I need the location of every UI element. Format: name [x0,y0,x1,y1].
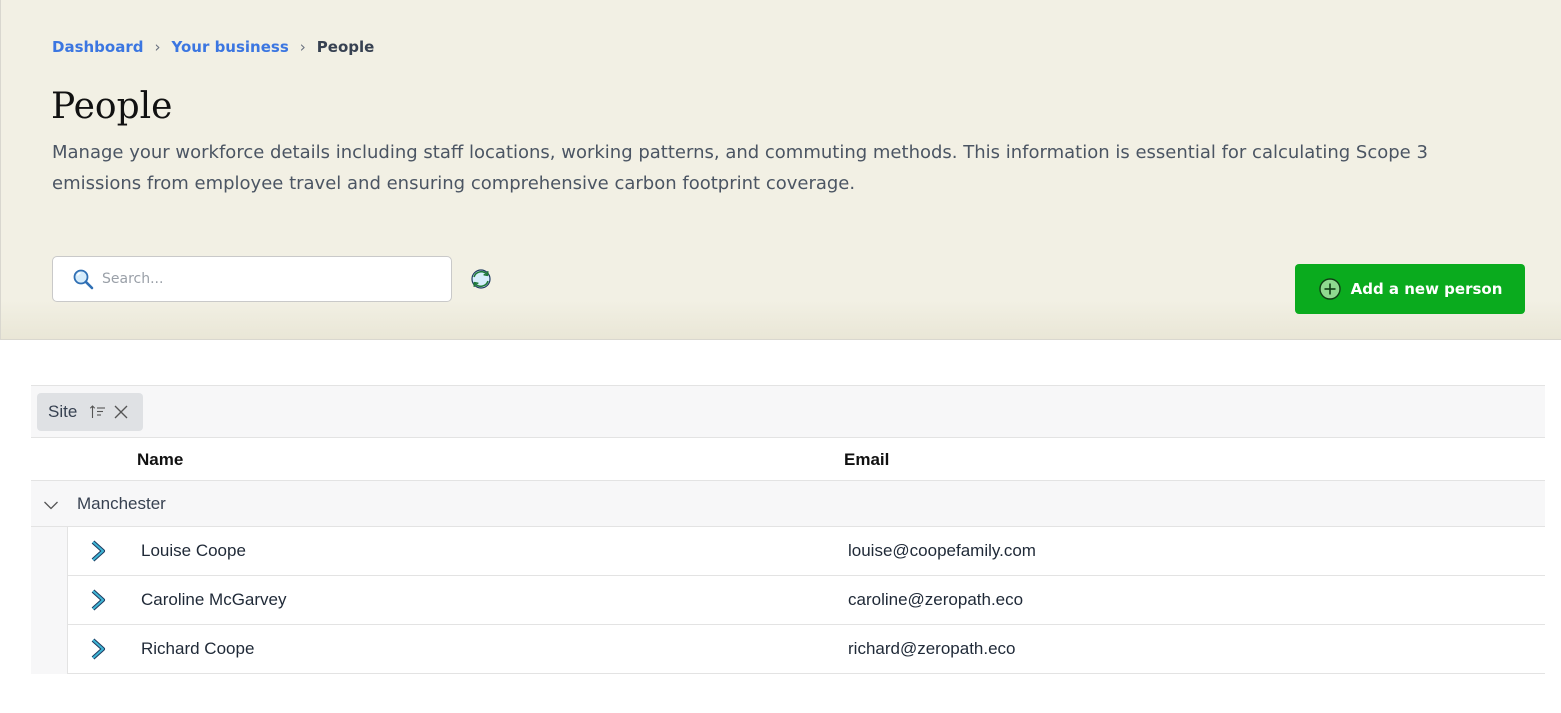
cell-email: louise@coopefamily.com [848,541,1036,560]
search-box[interactable] [52,256,452,302]
breadcrumb: Dashboard › Your business › People [52,38,374,56]
page-description: Manage your workforce details including … [52,142,1428,194]
plus-circle-icon [1318,277,1342,301]
close-icon[interactable] [113,404,129,420]
group-rows: Louise Coope louise@coopefamily.com Caro… [31,527,1545,674]
column-header-email[interactable]: Email [844,450,889,470]
row-detail-arrow-icon[interactable] [90,589,110,611]
table-row[interactable]: Richard Coope richard@zeropath.eco [67,625,1545,674]
column-header-name[interactable]: Name [137,450,183,470]
add-person-button[interactable]: Add a new person [1295,264,1525,314]
group-chip-label: Site [48,402,78,421]
add-person-label: Add a new person [1350,280,1503,298]
group-panel: Site [31,386,1545,438]
table-row[interactable]: Caroline McGarvey caroline@zeropath.eco [67,576,1545,625]
sort-ascending-icon[interactable] [89,403,107,421]
row-detail-arrow-icon[interactable] [90,540,110,562]
refresh-icon[interactable] [468,266,494,292]
grid-header-row: Name Email [31,438,1545,481]
group-chip-site[interactable]: Site [37,393,143,431]
chevron-right-icon: › [299,38,306,56]
cell-email: richard@zeropath.eco [848,639,1016,658]
cell-name: Louise Coope [141,541,246,560]
chevron-down-icon[interactable] [43,497,59,513]
breadcrumb-dashboard-link[interactable]: Dashboard [52,38,143,56]
chevron-right-icon: › [154,38,161,56]
page-title: People [51,86,173,127]
cell-name: Caroline McGarvey [141,590,287,609]
search-icon [70,266,96,292]
group-row-manchester[interactable]: Manchester [31,481,1545,527]
cell-email: caroline@zeropath.eco [848,590,1024,609]
people-grid: Site Name Email Manchester Louise Coope … [31,385,1545,674]
breadcrumb-current: People [316,38,375,56]
search-input[interactable] [102,271,422,287]
cell-name: Richard Coope [141,639,255,658]
row-detail-arrow-icon[interactable] [90,638,110,660]
page-header: Dashboard › Your business › People Peopl… [0,0,1561,340]
table-row[interactable]: Louise Coope louise@coopefamily.com [67,527,1545,576]
group-label: Manchester [77,494,166,513]
breadcrumb-your-business-link[interactable]: Your business [171,38,288,56]
